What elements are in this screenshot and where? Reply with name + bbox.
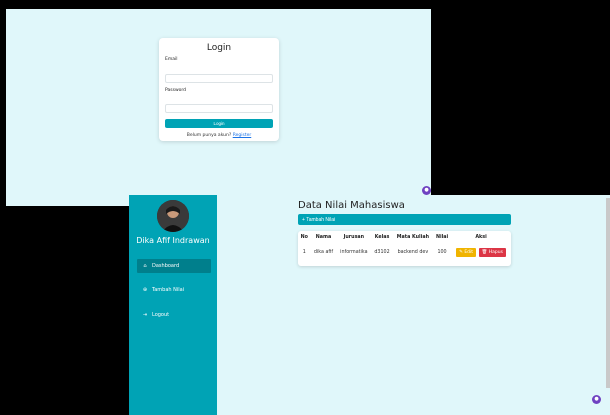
delete-label: Hapus [488, 249, 503, 255]
screen: Login Email Password Login Belum punya a… [0, 0, 610, 415]
user-name: Dika Afif Indrawan [136, 236, 210, 245]
sidebar-item-label: Logout [152, 312, 170, 318]
avatar [157, 200, 189, 232]
grid-icon: ● [424, 187, 429, 193]
floating-action-button[interactable]: ● [422, 186, 431, 195]
register-text: Belum punya akun? [186, 133, 232, 138]
column-header: Kelas [374, 235, 390, 240]
sidebar-item-logout[interactable]: ⇥ Logout [137, 308, 211, 322]
cell-jurusan: informatika [340, 249, 368, 255]
main-content: Data Nilai Mahasiswa + Tambah Nilai No N… [217, 195, 610, 415]
grid-icon: ● [594, 396, 599, 402]
column-header: Jurusan [343, 235, 365, 240]
table-row: 1 dika afif informatika d3102 backend de… [298, 244, 511, 260]
edit-icon: ✎ [459, 249, 463, 255]
plus-circle-icon: ⊕ [142, 287, 148, 293]
password-label: Password [165, 87, 187, 93]
cell-kelas: d3102 [374, 249, 390, 255]
sidebar: Dika Afif Indrawan ⌂ Dashboard ⊕ Tambah … [129, 195, 217, 415]
login-card: Login Email Password Login Belum punya a… [159, 38, 279, 141]
cell-nama: dika afif [313, 249, 334, 255]
login-title: Login [206, 43, 232, 53]
email-field[interactable] [165, 73, 273, 83]
dashboard-window: Dika Afif Indrawan ⌂ Dashboard ⊕ Tambah … [129, 195, 610, 415]
column-header: Nama [315, 235, 332, 240]
cell-no: 1 [302, 249, 306, 255]
floating-action-button[interactable]: ● [592, 395, 601, 404]
delete-button[interactable]: 🗑 Hapus [478, 247, 506, 257]
home-icon: ⌂ [143, 263, 147, 269]
register-row: Belum punya akun? Register [165, 133, 273, 138]
login-window: Login Email Password Login Belum punya a… [6, 9, 431, 206]
login-button[interactable]: Login [165, 119, 273, 128]
trash-icon: 🗑 [481, 249, 488, 255]
table-header-row: No Nama Jurusan Kelas Mata Kuliah Nilai … [298, 231, 511, 244]
email-label: Email [165, 57, 178, 62]
sidebar-item-dashboard[interactable]: ⌂ Dashboard [137, 259, 211, 273]
edit-label: Edit [464, 249, 474, 255]
sidebar-item-label: Tambah Nilai [152, 287, 185, 293]
add-nilai-button[interactable]: + Tambah Nilai [298, 214, 511, 225]
page-title: Data Nilai Mahasiswa [298, 200, 405, 211]
column-header: Aksi [475, 235, 487, 240]
grades-table: No Nama Jurusan Kelas Mata Kuliah Nilai … [298, 231, 511, 260]
column-header: Nilai [435, 235, 449, 240]
scrollbar[interactable] [606, 198, 610, 388]
column-header: Mata Kuliah [396, 235, 429, 240]
column-header: No [300, 235, 308, 240]
register-link[interactable]: Register [233, 133, 252, 138]
password-field[interactable] [165, 104, 273, 113]
cell-mata-kuliah: backend dev [397, 249, 429, 255]
cell-aksi: ✎ Edit 🗑 Hapus [451, 244, 511, 260]
logout-icon: ⇥ [142, 312, 148, 318]
sidebar-item-label: Dashboard [152, 263, 180, 269]
sidebar-item-tambah-nilai[interactable]: ⊕ Tambah Nilai [137, 283, 211, 297]
edit-button[interactable]: ✎ Edit [456, 247, 477, 257]
cell-nilai: 100 [437, 249, 447, 255]
grades-table-card: No Nama Jurusan Kelas Mata Kuliah Nilai … [298, 231, 511, 266]
